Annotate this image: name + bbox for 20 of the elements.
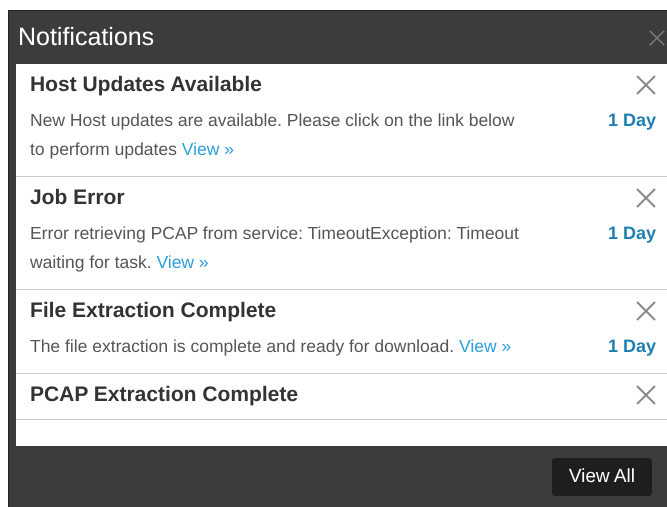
notification-message: The file extraction is complete and ready for download. View » [30,335,512,358]
close-icon[interactable] [636,188,656,208]
notification-title: PCAP Extraction Complete [30,383,298,407]
notification-age: 1 Day [608,109,656,132]
close-icon[interactable] [636,385,656,405]
close-icon[interactable] [636,301,656,321]
notification-title: File Extraction Complete [30,299,276,323]
notification-message: New Host updates are available. Please click on the link below to perform updates View » [30,109,516,161]
view-all-button[interactable]: View All [552,458,652,496]
notification-message: Error retrieving PCAP from service: TimeoutException: Timeout waiting for task. View » [30,222,520,274]
close-icon[interactable] [636,75,656,95]
panel-title: Notifications [18,23,154,52]
notification-age: 1 Day [608,335,656,358]
notification-age: 1 Day [608,222,656,245]
view-link[interactable]: View » [182,139,234,159]
view-link[interactable]: View » [458,336,512,356]
close-icon[interactable] [649,30,665,46]
notification-title: Host Updates Available [30,73,262,97]
notification-title: Job Error [30,186,125,210]
view-link[interactable]: View » [156,252,209,272]
